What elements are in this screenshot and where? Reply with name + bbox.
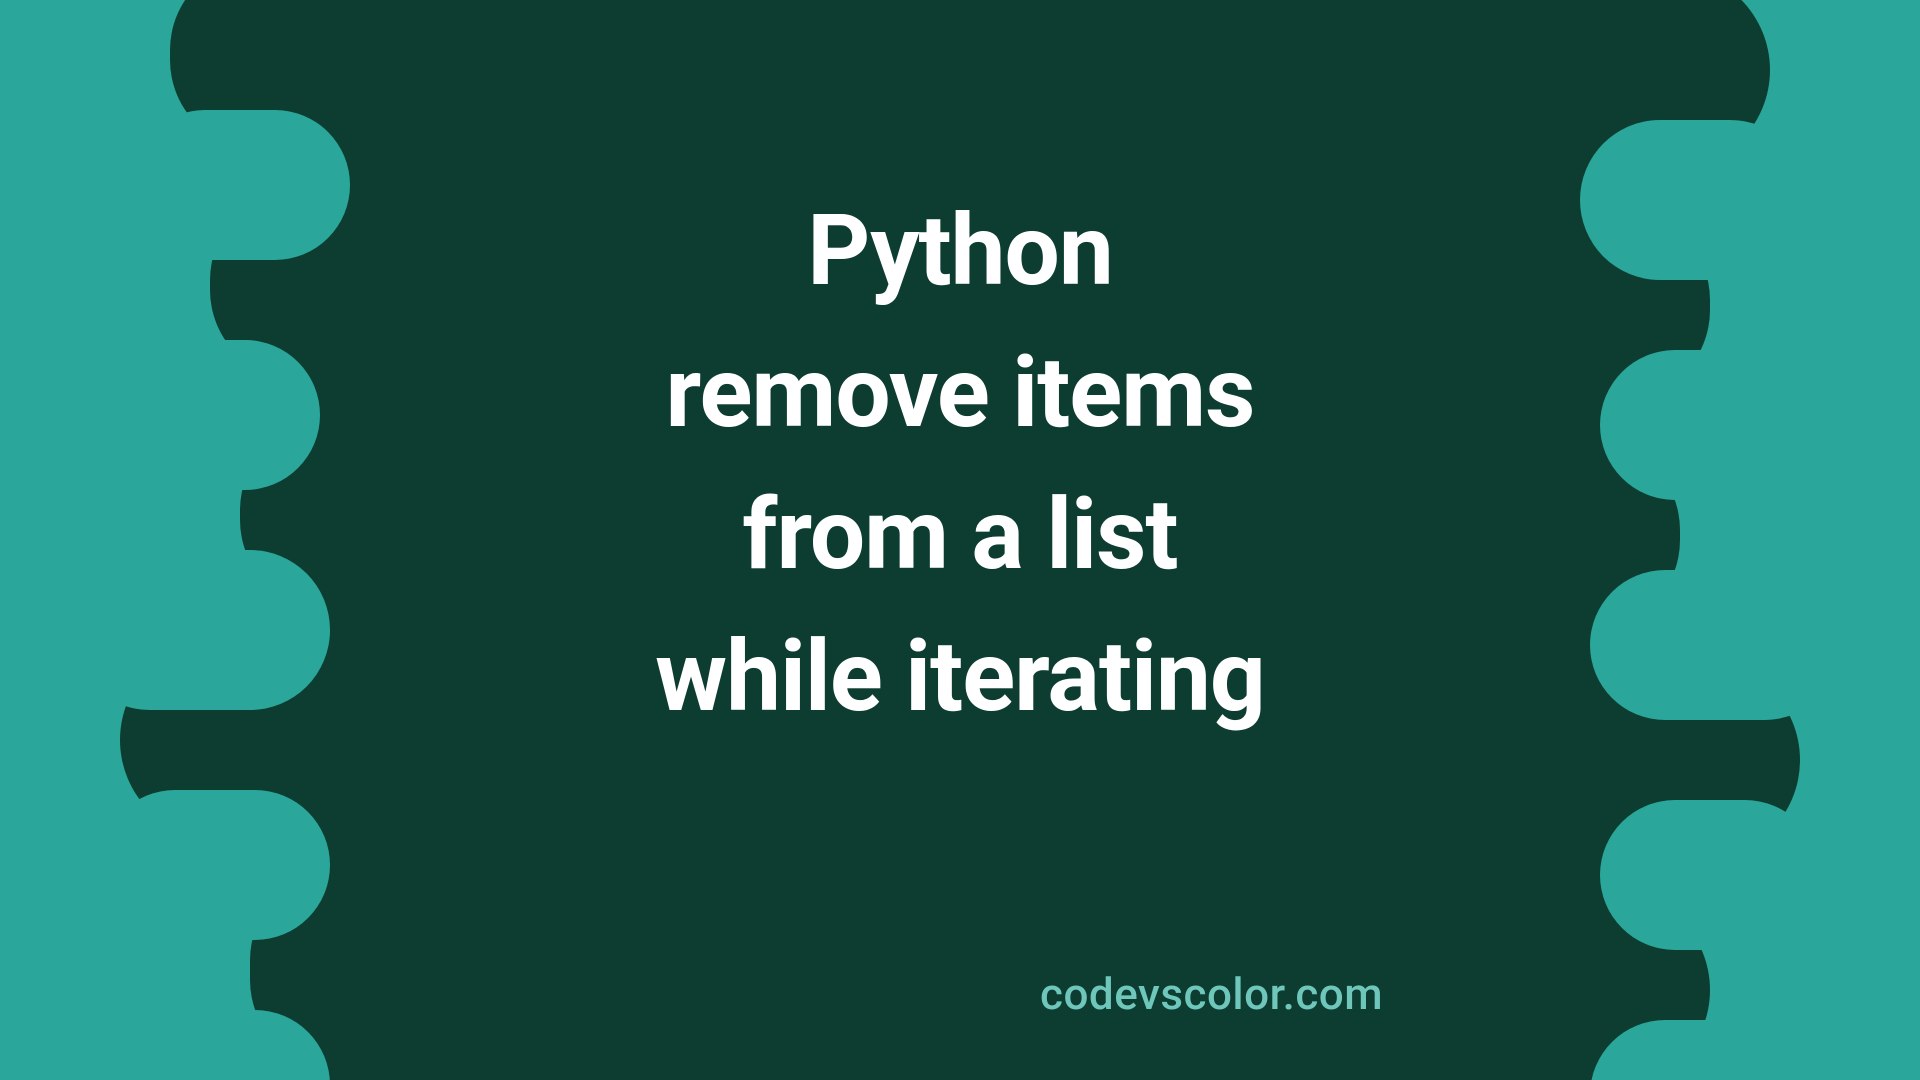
- blob-notch: [130, 340, 320, 490]
- watermark-text: codevscolor.com: [1040, 968, 1383, 1020]
- blob-notch: [130, 110, 350, 260]
- title-line: Python: [410, 180, 1510, 322]
- blob-notch: [70, 550, 330, 710]
- page-title: Python remove items from a list while it…: [410, 180, 1510, 748]
- blob-notch: [1600, 350, 1810, 500]
- title-line: while iterating: [410, 606, 1510, 748]
- blob-notch: [90, 1010, 330, 1080]
- blob-notch: [1600, 800, 1820, 950]
- title-line: from a list: [410, 464, 1510, 606]
- blob-notch: [100, 790, 330, 940]
- blob-notch: [1590, 570, 1840, 720]
- blob-notch: [1580, 120, 1810, 280]
- title-line: remove items: [410, 322, 1510, 464]
